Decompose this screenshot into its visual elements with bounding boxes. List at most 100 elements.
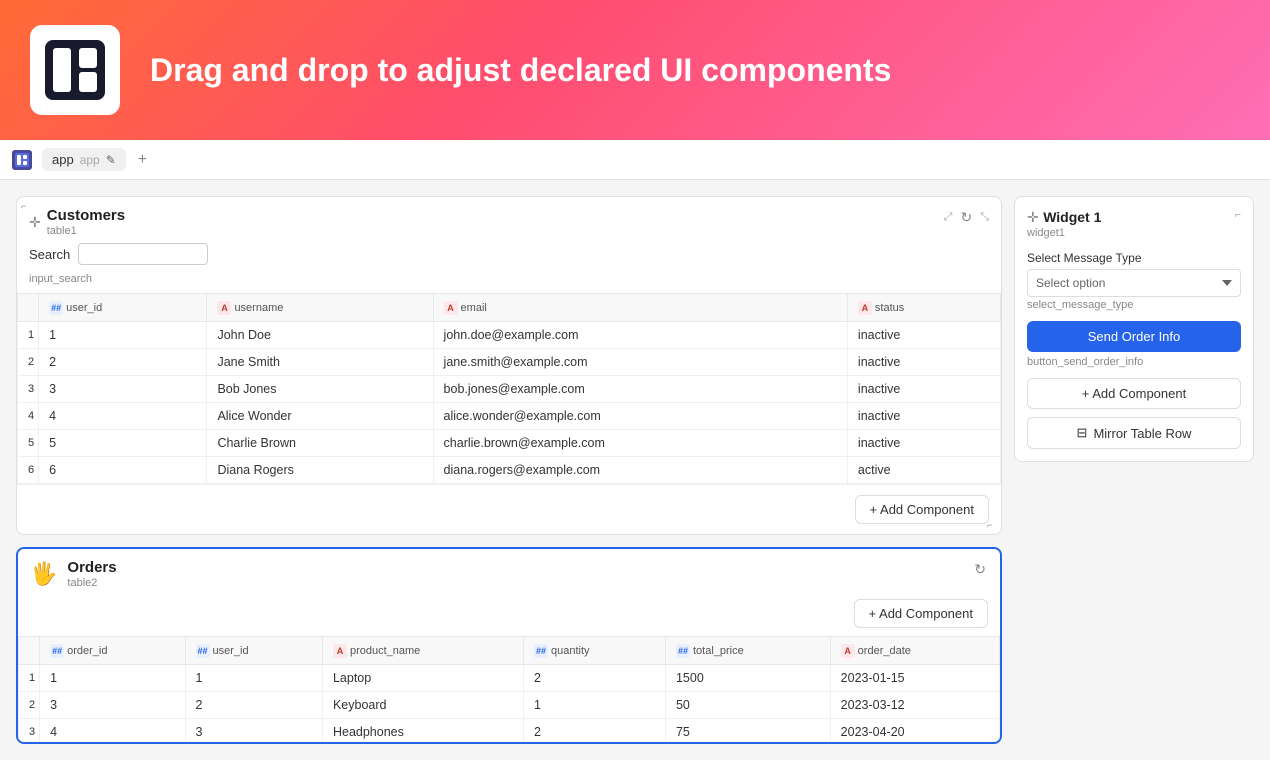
row-num: 3 bbox=[19, 719, 40, 745]
tab-edit-icon[interactable]: ✎ bbox=[106, 153, 116, 167]
add-component-label: + Add Component bbox=[870, 502, 974, 517]
customers-add-component-btn[interactable]: + Add Component bbox=[855, 495, 989, 524]
col-email: A email bbox=[433, 294, 847, 322]
type-str-icon2: A bbox=[444, 301, 458, 315]
cell-order-date: 2023-01-15 bbox=[830, 665, 999, 692]
corner-tl-customers: ⌐ bbox=[21, 201, 31, 211]
customers-add-component-bar: + Add Component bbox=[17, 484, 1001, 534]
widget-add-label: + Add Component bbox=[1082, 386, 1186, 401]
search-input[interactable] bbox=[78, 243, 208, 265]
corner-br-customers: ⌐ bbox=[987, 520, 997, 530]
widget-move-handle[interactable]: ✛ bbox=[1027, 209, 1039, 225]
btn-var-name: button_send_order_info bbox=[1027, 356, 1241, 368]
left-panel: ⌐ ✛ Customers table1 ⤢ ↻ ⤡ bbox=[16, 196, 1002, 744]
customers-title-area: ✛ Customers table1 bbox=[29, 207, 125, 237]
cell-email: bob.jones@example.com bbox=[433, 376, 847, 403]
cell-user-id: 3 bbox=[185, 719, 322, 745]
cell-status: active bbox=[847, 457, 1000, 484]
cell-status: inactive bbox=[847, 322, 1000, 349]
select-message-type[interactable]: Select option bbox=[1027, 269, 1241, 297]
cell-status: inactive bbox=[847, 349, 1000, 376]
header-title: Drag and drop to adjust declared UI comp… bbox=[150, 52, 891, 89]
customers-move-handle[interactable]: ✛ bbox=[29, 214, 41, 231]
row-num: 1 bbox=[18, 322, 39, 349]
cell-status: inactive bbox=[847, 430, 1000, 457]
cell-user-id: 2 bbox=[185, 692, 322, 719]
mirror-icon: ⊟ bbox=[1077, 425, 1088, 441]
orders-tbody: 1 1 1 Laptop 2 1500 2023-01-15 2 3 2 Key… bbox=[19, 665, 1000, 745]
customers-header-row: ## user_id A username bbox=[18, 294, 1001, 322]
customers-subtitle: table1 bbox=[47, 225, 125, 237]
orders-header: 🖐 Orders table2 ↻ bbox=[18, 549, 1000, 595]
cell-product-name: Laptop bbox=[322, 665, 523, 692]
tab-app-label: app bbox=[52, 152, 74, 167]
widget-title: Widget 1 bbox=[1043, 209, 1101, 225]
cell-user-id: 2 bbox=[39, 349, 207, 376]
col-order-date: A order_date bbox=[830, 637, 999, 665]
widget-box: ✛ Widget 1 widget1 ⌐ Select Message Type… bbox=[1014, 196, 1254, 462]
mirror-table-btn[interactable]: ⊟ Mirror Table Row bbox=[1027, 417, 1241, 449]
cell-username: John Doe bbox=[207, 322, 433, 349]
type-str-icon: A bbox=[217, 301, 231, 315]
orders-refresh-btn[interactable]: ↻ bbox=[972, 559, 988, 580]
cell-order-id: 1 bbox=[40, 665, 185, 692]
table-row: 1 1 John Doe john.doe@example.com inacti… bbox=[18, 322, 1001, 349]
table-row: 2 2 Jane Smith jane.smith@example.com in… bbox=[18, 349, 1001, 376]
widget-header: ✛ Widget 1 widget1 ⌐ bbox=[1027, 209, 1241, 239]
orders-title-group: Orders table2 bbox=[67, 559, 116, 589]
widget-add-component-btn[interactable]: + Add Component bbox=[1027, 378, 1241, 409]
table-row: 3 3 Bob Jones bob.jones@example.com inac… bbox=[18, 376, 1001, 403]
logo-icon bbox=[45, 40, 105, 100]
cell-user-id: 4 bbox=[39, 403, 207, 430]
customers-actions: ⤢ ↻ ⤡ bbox=[944, 207, 989, 228]
tab-app[interactable]: app app ✎ bbox=[42, 148, 126, 171]
cell-email: john.doe@example.com bbox=[433, 322, 847, 349]
col-user-id-orders: ## user_id bbox=[185, 637, 322, 665]
cell-product-name: Keyboard bbox=[322, 692, 523, 719]
drag-cursor-icon[interactable]: 🖐 bbox=[30, 561, 57, 587]
tab-app-sublabel: app bbox=[80, 153, 100, 167]
canvas-area: ⌐ ✛ Customers table1 ⤢ ↻ ⤡ bbox=[0, 180, 1270, 760]
customers-header: ✛ Customers table1 ⤢ ↻ ⤡ bbox=[17, 197, 1001, 243]
orders-add-component-btn[interactable]: + Add Component bbox=[854, 599, 988, 628]
cell-user-id: 3 bbox=[39, 376, 207, 403]
search-label: Search bbox=[29, 247, 70, 262]
logo-box bbox=[30, 25, 120, 115]
row-num: 5 bbox=[18, 430, 39, 457]
customers-title-group: Customers table1 bbox=[47, 207, 125, 237]
col-total-price: ## total_price bbox=[665, 637, 830, 665]
select-var-name: select_message_type bbox=[1027, 299, 1241, 311]
cell-order-date: 2023-04-20 bbox=[830, 719, 999, 745]
widget-corner-icon: ⌐ bbox=[1235, 209, 1241, 221]
row-num: 2 bbox=[18, 349, 39, 376]
customers-refresh-btn[interactable]: ↻ bbox=[958, 207, 974, 228]
cell-total-price: 75 bbox=[665, 719, 830, 745]
mirror-table-label: Mirror Table Row bbox=[1093, 426, 1191, 441]
orders-component: 🖐 Orders table2 ↻ + Add Component bbox=[16, 547, 1002, 744]
cell-quantity: 2 bbox=[523, 719, 665, 745]
tab-add-button[interactable]: + bbox=[130, 147, 155, 173]
customers-component: ⌐ ✛ Customers table1 ⤢ ↻ ⤡ bbox=[16, 196, 1002, 535]
tab-bar: app app ✎ + bbox=[0, 140, 1270, 180]
header-banner: Drag and drop to adjust declared UI comp… bbox=[0, 0, 1270, 140]
cell-username: Diana Rogers bbox=[207, 457, 433, 484]
expand-br-icon[interactable]: ⤡ bbox=[980, 211, 989, 224]
row-num: 2 bbox=[19, 692, 40, 719]
expand-tl-icon[interactable]: ⤢ bbox=[944, 211, 953, 224]
cell-email: jane.smith@example.com bbox=[433, 349, 847, 376]
cell-product-name: Headphones bbox=[322, 719, 523, 745]
customers-tbody: 1 1 John Doe john.doe@example.com inacti… bbox=[18, 322, 1001, 484]
col-quantity: ## quantity bbox=[523, 637, 665, 665]
cell-email: charlie.brown@example.com bbox=[433, 430, 847, 457]
table-row: 2 3 2 Keyboard 1 50 2023-03-12 bbox=[19, 692, 1000, 719]
cell-user-id: 5 bbox=[39, 430, 207, 457]
type-str-icon3: A bbox=[858, 301, 872, 315]
send-order-btn[interactable]: Send Order Info bbox=[1027, 321, 1241, 352]
row-num: 6 bbox=[18, 457, 39, 484]
cell-username: Charlie Brown bbox=[207, 430, 433, 457]
orders-table: ## order_id ## user_id A product_name ##… bbox=[18, 636, 1000, 744]
tab-logo-icon bbox=[15, 153, 29, 167]
widget-title-group: ✛ Widget 1 widget1 bbox=[1027, 209, 1101, 239]
row-num: 1 bbox=[19, 665, 40, 692]
widget-panel: ✛ Widget 1 widget1 ⌐ Select Message Type… bbox=[1014, 196, 1254, 744]
